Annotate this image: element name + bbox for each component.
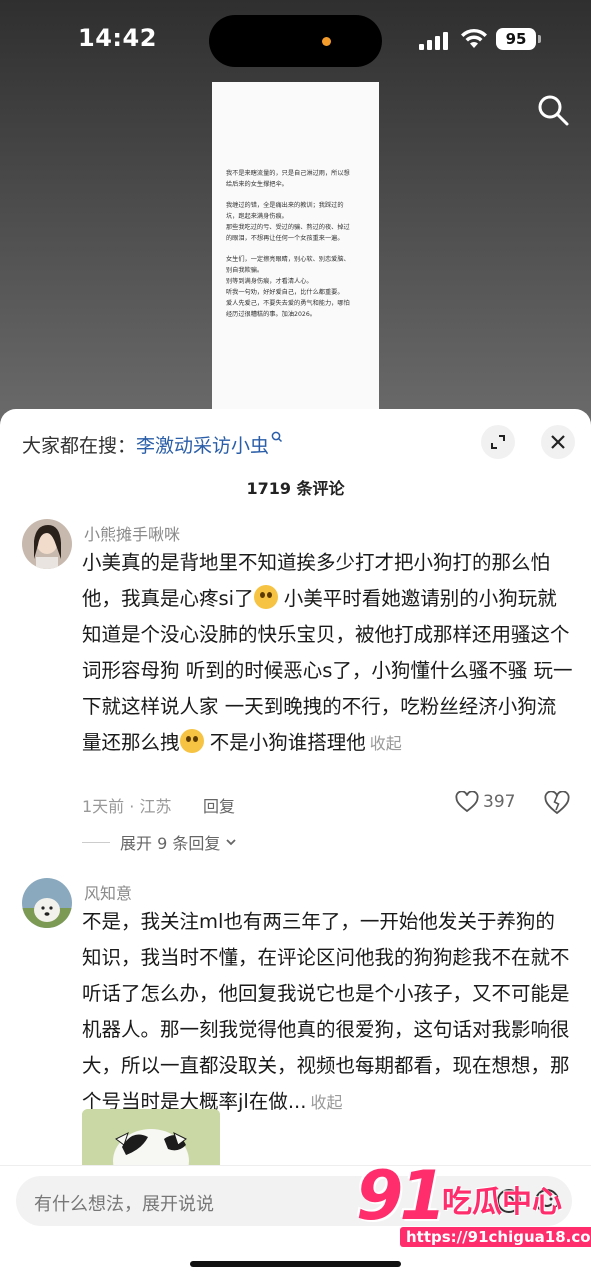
comment-text[interactable]: 不是，我关注ml也有两三年了，一开始他发关于养狗的知识，我当时不懂，在评论区问他… — [82, 904, 574, 1121]
comment-username[interactable]: 小熊摊手啾咪 — [84, 521, 180, 545]
wifi-icon — [461, 28, 487, 48]
avatar[interactable] — [22, 878, 72, 928]
search-small-icon — [271, 431, 283, 443]
video-document-image: 我不是来瞎流量的，只是自己淋过雨，所以想 给后来的女生撑把伞。 我缠过的错，全是… — [212, 82, 379, 412]
dislike-icon[interactable] — [544, 791, 570, 815]
watermark-url: https://91chigua18.com — [400, 1227, 591, 1247]
comment-image-sticker[interactable] — [82, 1109, 220, 1169]
battery-indicator: 95 — [496, 28, 536, 50]
search-hint-prefix: 大家都在搜： — [22, 435, 137, 457]
chevron-down-icon — [226, 839, 236, 846]
divider-line — [82, 841, 110, 843]
home-indicator — [190, 1261, 401, 1267]
like-button[interactable]: 397 — [455, 791, 515, 813]
comment-username[interactable]: 风知意 — [84, 880, 132, 904]
comment-text[interactable]: 小美真的是背地里不知道挨多少打才把小狗打的那么怕他，我真是心疼si了 小美平时看… — [82, 545, 574, 762]
comment-text-part: 不是小狗谁搭理他 — [203, 731, 366, 754]
watermark: 91 吃瓜中心 https://91chigua18.com — [356, 1157, 591, 1257]
status-bar: 14:42 95 — [0, 0, 591, 80]
expand-replies-button[interactable]: 展开 9 条回复 — [82, 830, 239, 854]
doc-paragraph: 我缠过的错，全是痛出来的教训；我踩过的 坑，跑起来满身伤痕。 那些我吃过的亏、受… — [226, 202, 350, 242]
doc-paragraph: 我不是来瞎流量的，只是自己淋过雨，所以想 给后来的女生撑把伞。 — [226, 170, 350, 188]
battery-cap — [538, 35, 541, 43]
dynamic-island — [209, 15, 382, 67]
watermark-title: 吃瓜中心 — [442, 1185, 562, 1220]
reply-button[interactable]: 回复 — [203, 793, 235, 817]
collapse-link[interactable]: 收起 — [310, 1093, 342, 1112]
close-icon — [551, 435, 565, 449]
signal-icon — [419, 30, 450, 50]
comment-text-part: 小美平时看她邀请别的小狗玩就知道是个没心没肺的快乐宝贝，被他打成那样还用骚这个词… — [82, 587, 573, 754]
expand-button[interactable] — [481, 425, 515, 459]
like-count: 397 — [483, 792, 516, 812]
status-time: 14:42 — [78, 24, 157, 52]
holding-tears-emoji-icon — [253, 585, 278, 609]
recording-dot — [322, 37, 331, 46]
close-button[interactable] — [541, 425, 575, 459]
comment-count: 1719 条评论 — [246, 479, 345, 498]
comment-text-body: 不是，我关注ml也有两三年了，一开始他发关于养狗的知识，我当时不懂，在评论区问他… — [82, 910, 570, 1113]
search-icon[interactable] — [536, 93, 570, 127]
heart-icon — [455, 791, 479, 813]
collapse-link[interactable]: 收起 — [370, 734, 402, 753]
comment-input-placeholder: 有什么想法，展开说说 — [34, 1194, 214, 1215]
search-hint-keyword[interactable]: 李激动采访小虫 — [136, 435, 269, 457]
holding-tears-emoji-icon — [179, 729, 204, 753]
expand-icon — [491, 435, 505, 449]
avatar[interactable] — [22, 519, 72, 569]
comments-sheet: 大家都在搜：李激动采访小虫 1719 条评论 小熊摊手啾咪 小美真的是背地里不知… — [0, 409, 591, 1280]
watermark-logo: 91 — [356, 1157, 447, 1236]
search-suggestion[interactable]: 大家都在搜：李激动采访小虫 — [22, 431, 283, 458]
comment-time-location: 1天前 · 江苏 — [82, 797, 172, 816]
doc-paragraph: 女生们，一定擦亮眼睛，别心软、别恋爱脑、 别自我欺骗。 别等到满身伤痕，才看清人… — [226, 256, 350, 318]
expand-replies-label: 展开 9 条回复 — [120, 834, 221, 853]
